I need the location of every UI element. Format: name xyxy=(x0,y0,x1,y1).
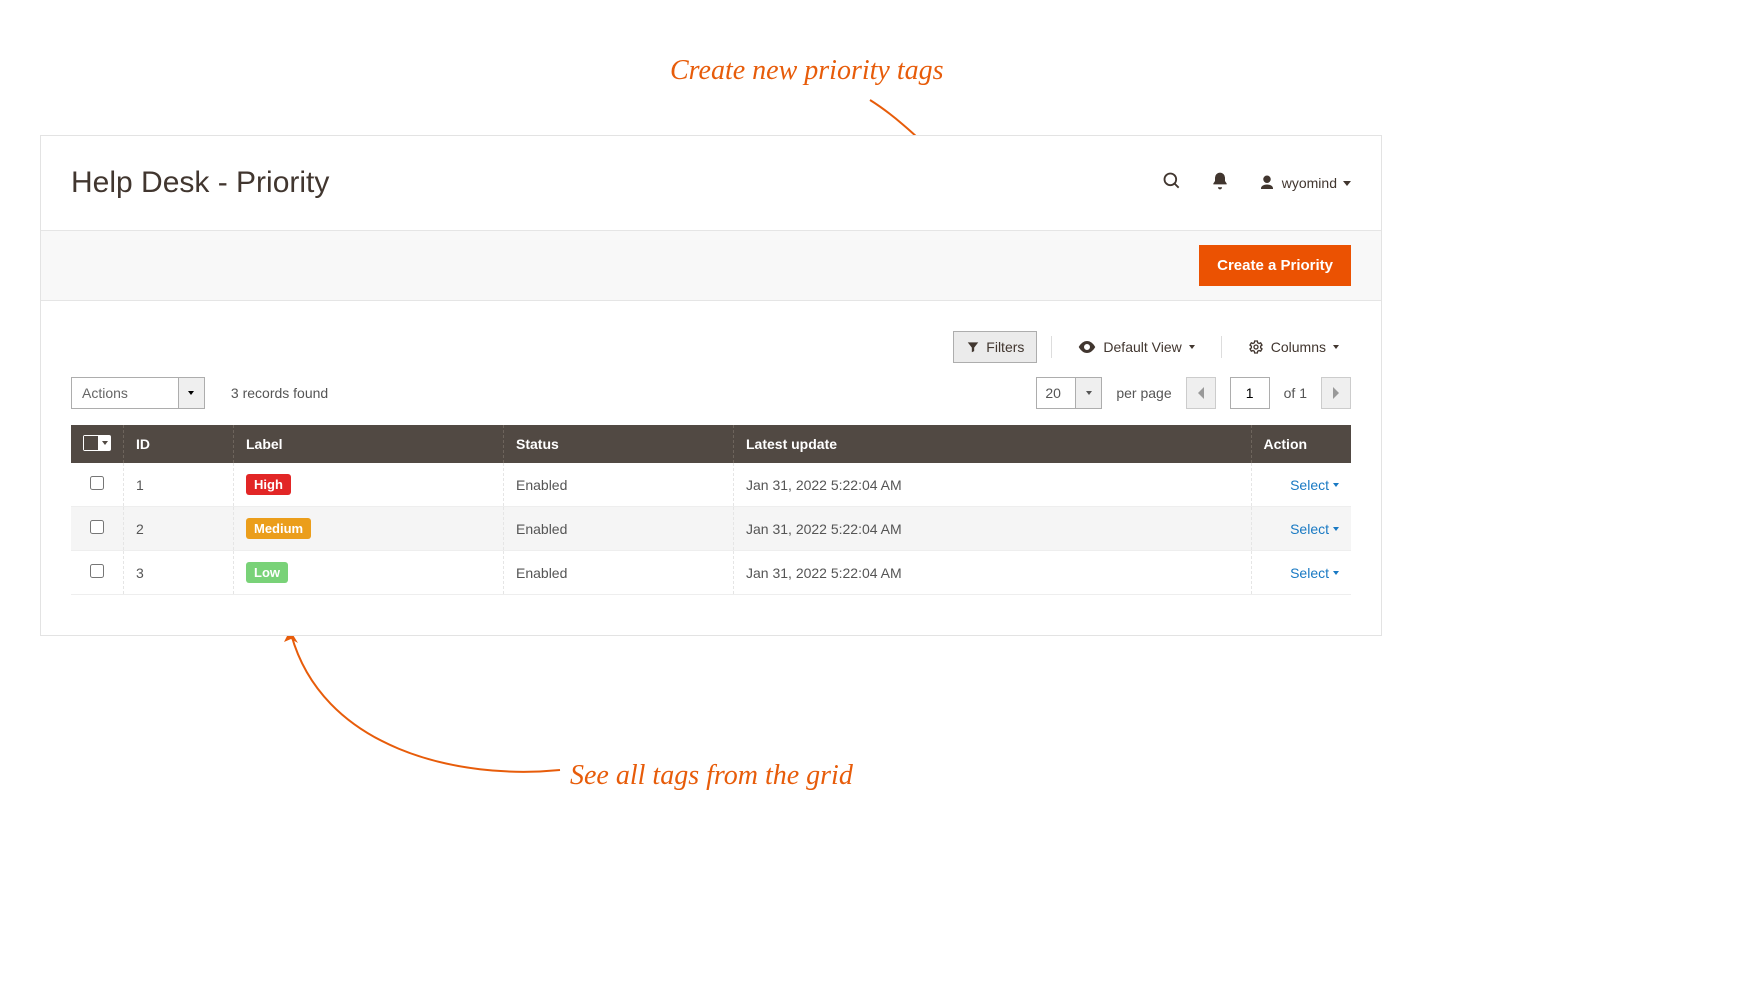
cell-label: Medium xyxy=(234,507,504,551)
annotation-bottom: See all tags from the grid xyxy=(570,760,853,792)
columns-label: Columns xyxy=(1271,339,1326,355)
chevron-down-icon xyxy=(1333,527,1339,531)
page-header: Help Desk - Priority wyomind xyxy=(71,166,1351,200)
row-select-action[interactable]: Select xyxy=(1290,477,1339,493)
page-input[interactable] xyxy=(1230,377,1270,409)
chevron-down-icon xyxy=(1343,181,1351,186)
header-icons: wyomind xyxy=(1162,171,1351,196)
per-page-label: per page xyxy=(1116,385,1171,401)
cell-latest: Jan 31, 2022 5:22:04 AM xyxy=(734,507,1252,551)
filters-button[interactable]: Filters xyxy=(953,331,1037,363)
table-row: 1 High EnabledJan 31, 2022 5:22:04 AM Selec… xyxy=(71,463,1351,507)
page-title: Help Desk - Priority xyxy=(71,166,329,200)
chevron-down-icon xyxy=(1076,377,1102,409)
separator xyxy=(1221,336,1222,358)
cell-latest: Jan 31, 2022 5:22:04 AM xyxy=(734,463,1252,507)
table-row: 3 Low EnabledJan 31, 2022 5:22:04 AM Select xyxy=(71,551,1351,595)
filters-label: Filters xyxy=(986,339,1024,355)
chevron-down-icon xyxy=(179,377,205,409)
user-icon xyxy=(1258,174,1276,192)
table-row: 2 Medium EnabledJan 31, 2022 5:22:04 AM Sel… xyxy=(71,507,1351,551)
col-id[interactable]: ID xyxy=(124,425,234,463)
select-all-checkbox[interactable] xyxy=(83,435,111,451)
priority-badge: Medium xyxy=(246,518,311,539)
columns-button[interactable]: Columns xyxy=(1236,332,1351,362)
priority-badge: High xyxy=(246,474,291,495)
row-checkbox[interactable] xyxy=(90,564,104,578)
row-checkbox[interactable] xyxy=(90,476,104,490)
chevron-down-icon xyxy=(1333,483,1339,487)
chevron-right-icon xyxy=(1332,387,1340,399)
col-status[interactable]: Status xyxy=(504,425,734,463)
priority-badge: Low xyxy=(246,562,288,583)
user-menu[interactable]: wyomind xyxy=(1258,174,1351,192)
col-latest[interactable]: Latest update xyxy=(734,425,1252,463)
page-size-value: 20 xyxy=(1036,377,1076,409)
chevron-down-icon xyxy=(1333,571,1339,575)
cell-id: 2 xyxy=(124,507,234,551)
row-checkbox[interactable] xyxy=(90,520,104,534)
next-page-button[interactable] xyxy=(1321,377,1351,409)
eye-icon xyxy=(1078,340,1096,354)
cell-status: Enabled xyxy=(504,463,734,507)
cell-label: Low xyxy=(234,551,504,595)
default-view-button[interactable]: Default View xyxy=(1066,332,1206,362)
create-priority-button[interactable]: Create a Priority xyxy=(1199,245,1351,286)
search-icon[interactable] xyxy=(1162,171,1182,196)
row-select-action[interactable]: Select xyxy=(1290,565,1339,581)
col-action: Action xyxy=(1251,425,1351,463)
default-view-label: Default View xyxy=(1103,339,1181,355)
cell-id: 3 xyxy=(124,551,234,595)
actions-label: Actions xyxy=(71,377,179,409)
grid-toolbar-top: Filters Default View Columns xyxy=(41,331,1381,377)
annotation-top: Create new priority tags xyxy=(670,55,944,87)
col-checkbox xyxy=(71,425,124,463)
records-found: 3 records found xyxy=(231,385,328,401)
col-label[interactable]: Label xyxy=(234,425,504,463)
main-panel: Help Desk - Priority wyomind Create a Pr… xyxy=(40,135,1382,636)
chevron-down-icon xyxy=(1333,345,1339,349)
actions-dropdown[interactable]: Actions xyxy=(71,377,205,409)
user-name: wyomind xyxy=(1282,175,1337,191)
arrow-to-grid xyxy=(260,610,580,790)
cell-latest: Jan 31, 2022 5:22:04 AM xyxy=(734,551,1252,595)
prev-page-button[interactable] xyxy=(1186,377,1216,409)
cell-label: High xyxy=(234,463,504,507)
chevron-down-icon xyxy=(1189,345,1195,349)
cell-status: Enabled xyxy=(504,551,734,595)
gear-icon xyxy=(1248,339,1264,355)
grid-toolbar-bottom: Actions 3 records found 20 per page of 1 xyxy=(41,377,1381,425)
chevron-left-icon xyxy=(1197,387,1205,399)
separator xyxy=(1051,336,1052,358)
action-bar: Create a Priority xyxy=(41,230,1381,301)
cell-status: Enabled xyxy=(504,507,734,551)
cell-id: 1 xyxy=(124,463,234,507)
funnel-icon xyxy=(966,340,980,354)
priority-grid: ID Label Status Latest update Action 1 Hi… xyxy=(71,425,1351,595)
of-pages-label: of 1 xyxy=(1284,385,1307,401)
bell-icon[interactable] xyxy=(1210,171,1230,196)
page-size-dropdown[interactable]: 20 xyxy=(1036,377,1102,409)
row-select-action[interactable]: Select xyxy=(1290,521,1339,537)
